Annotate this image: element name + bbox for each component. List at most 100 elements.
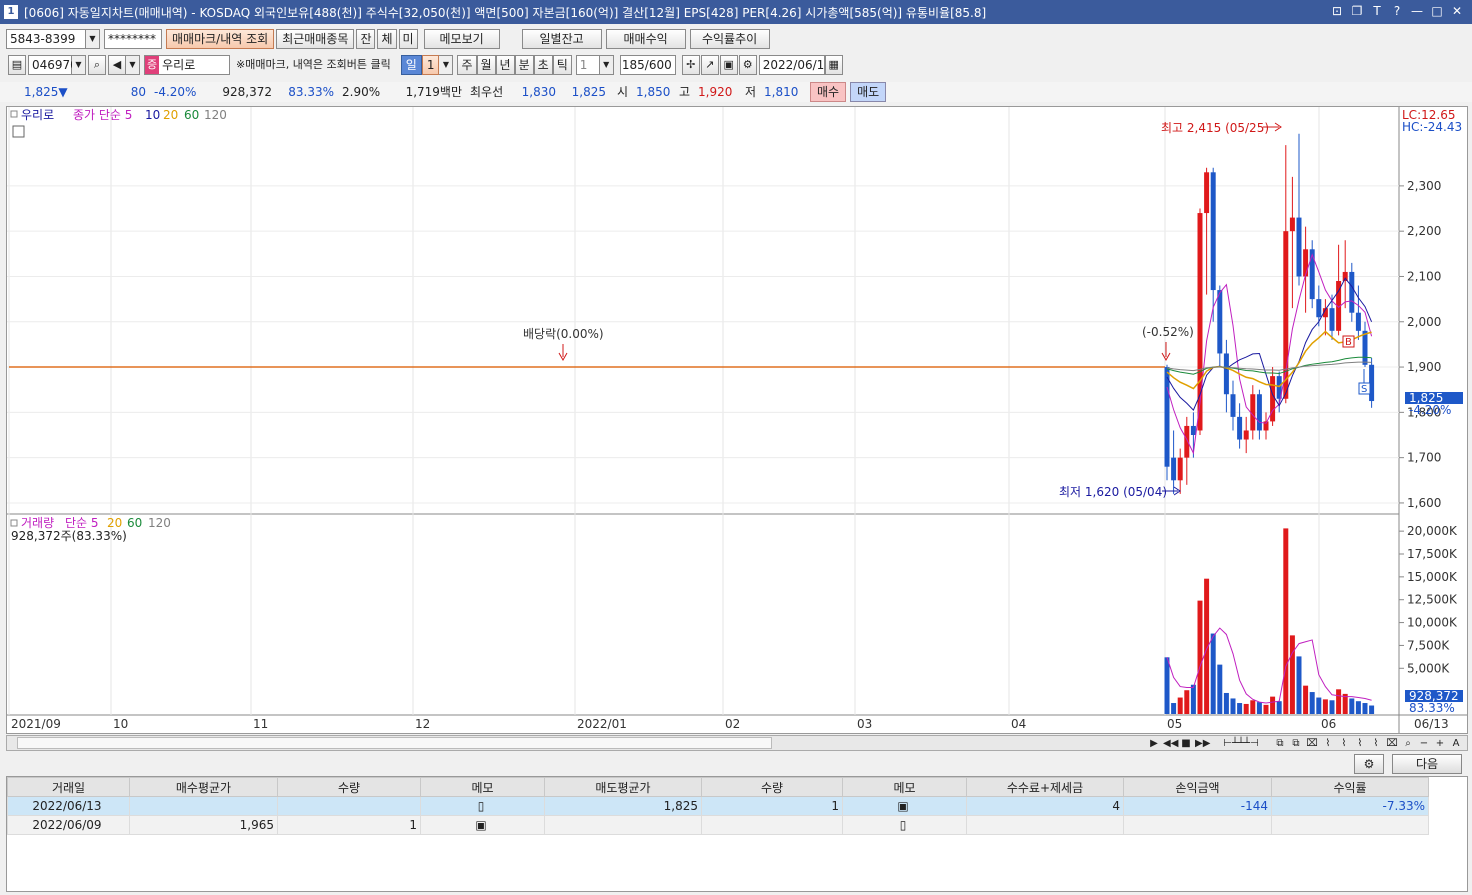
period-dropdown-icon[interactable]: ▼ <box>439 55 454 75</box>
stock-chart[interactable]: 2021/09 10 11 12 2022/01 02 03 04 05 06 06/13 2,300… <box>7 107 1467 733</box>
cell-return <box>1271 815 1429 835</box>
period-minute-button[interactable]: 분 <box>514 55 534 75</box>
save-icon[interactable]: ▣ <box>719 55 738 75</box>
candle-body <box>1309 249 1315 300</box>
volume-panel-box-icon <box>10 519 18 527</box>
period-month-button[interactable]: 월 <box>476 55 496 75</box>
layout6-icon[interactable]: ⌇ <box>1353 738 1367 749</box>
memo-view-button[interactable]: 메모보기 <box>423 29 500 49</box>
next-button[interactable]: 다음 <box>1392 754 1462 774</box>
period-week-button[interactable]: 주 <box>457 55 477 75</box>
volume-bar <box>1296 656 1302 714</box>
balance-button[interactable]: 잔 <box>356 29 376 49</box>
stock-code-input[interactable]: 046970 <box>28 55 78 75</box>
trade-table: 거래일 매수평균가 수량 메모 매도평균가 수량 메모 수수료+제세금 손익금액… <box>6 776 1468 892</box>
play-icon[interactable]: ▶ <box>1147 738 1161 749</box>
link-icon[interactable]: ⊡ <box>1330 3 1344 19</box>
memo-icon[interactable]: ▯ <box>842 815 967 835</box>
tick-dropdown-icon[interactable]: ▼ <box>599 55 614 75</box>
period-second-button[interactable]: 초 <box>533 55 553 75</box>
zoom-out-icon[interactable]: − <box>1417 738 1431 749</box>
chart-area[interactable]: 2021/09 10 11 12 2022/01 02 03 04 05 06 06/13 2,300… <box>6 106 1468 734</box>
stock-name-field[interactable]: 증 우리로 <box>144 55 230 75</box>
count-field[interactable]: 185 /600 <box>619 55 676 75</box>
volume-ratio: 83.33% <box>288 85 334 99</box>
cell-date: 2022/06/13 <box>7 796 130 816</box>
table-row[interactable]: 2022/06/13 ▯ 1,825 1 ▣ 4 -144 -7.33% <box>7 796 1429 816</box>
layout5-icon[interactable]: ⌇ <box>1337 738 1351 749</box>
scroll-thumb[interactable] <box>17 737 772 749</box>
code-dropdown-icon[interactable]: ▼ <box>72 55 86 75</box>
layout8-icon[interactable]: ⌧ <box>1385 738 1399 749</box>
period-tick-button[interactable]: 틱 <box>552 55 572 75</box>
zoom-in-icon[interactable]: + <box>1433 738 1447 749</box>
memo-edit-icon[interactable]: ▣ <box>420 815 545 835</box>
close-icon[interactable]: ✕ <box>1450 3 1464 19</box>
panel-icon[interactable]: ▤ <box>8 55 26 75</box>
range-ruler-icon[interactable]: ⊢┴┴┴⊣ <box>1211 738 1271 749</box>
copy-icon[interactable]: ❐ <box>1350 3 1364 19</box>
layout2-icon[interactable]: ⧉ <box>1289 738 1303 749</box>
memo-icon[interactable]: ▯ <box>420 796 545 816</box>
gear-icon[interactable]: ⚙ <box>738 55 757 75</box>
minimize-icon[interactable]: — <box>1410 3 1424 19</box>
buy-button[interactable]: 매수 <box>810 82 847 102</box>
period-day-button[interactable]: 일 <box>400 55 422 75</box>
layout1-icon[interactable]: ⧉ <box>1273 738 1287 749</box>
col-return: 수익률 <box>1271 777 1429 797</box>
password-input[interactable]: ******** <box>104 29 162 49</box>
sell-button[interactable]: 매도 <box>850 82 887 102</box>
unfilled-button[interactable]: 미 <box>398 29 418 49</box>
date-input[interactable]: 2022/06/13 <box>758 55 832 75</box>
candle-body <box>1342 271 1348 281</box>
fast-forward-icon[interactable]: ▶▶ <box>1195 738 1210 749</box>
font-icon[interactable]: ꓔ <box>1370 3 1384 19</box>
x-tick-label: 10 <box>113 717 128 731</box>
volume-bar <box>1322 699 1328 714</box>
table-gear-icon[interactable]: ⚙ <box>1354 754 1384 774</box>
sound-icon[interactable]: ◀ <box>108 55 126 75</box>
trade-marks-button[interactable]: 매매마크/내역 조회 <box>166 29 275 49</box>
volume-tick-label: 12,500K <box>1407 593 1458 607</box>
cell-pnl: -144 <box>1123 796 1272 816</box>
account-input[interactable]: 5843-8399 <box>6 29 86 49</box>
chart-scrollbar[interactable]: ▶ ◀◀ ■ ▶▶ ⊢┴┴┴⊣ ⧉ ⧉ ⌧ ⌇ ⌇ ⌇ ⌇ ⌧ ⌕ − + A <box>6 735 1468 751</box>
memo-edit-icon[interactable]: ▣ <box>842 796 967 816</box>
calendar-icon[interactable]: ▦ <box>824 55 843 75</box>
volume-tick-label: 10,000K <box>1407 616 1458 630</box>
recent-trades-button[interactable]: 최근매매종목 <box>276 29 355 49</box>
crosshair-icon[interactable]: ✢ <box>681 55 700 75</box>
volume-bar <box>1243 703 1249 714</box>
layout7-icon[interactable]: ⌇ <box>1369 738 1383 749</box>
help-icon[interactable]: ? <box>1390 3 1404 19</box>
col-buy-avg: 매수평균가 <box>129 777 278 797</box>
sound-dropdown-icon[interactable]: ▼ <box>126 55 140 75</box>
maximize-icon[interactable]: □ <box>1430 3 1444 19</box>
tick-num-input[interactable]: 1 <box>575 55 600 75</box>
filled-button[interactable]: 체 <box>377 29 397 49</box>
ma20-legend: 20 <box>163 108 178 122</box>
zoom-icon[interactable]: ⌕ <box>1401 738 1415 749</box>
price-tick-label: 2,200 <box>1407 224 1441 238</box>
pct-annotation: (-0.52%) <box>1142 325 1194 339</box>
col-sell-avg: 매도평균가 <box>544 777 702 797</box>
search-icon[interactable]: ⌕ <box>88 55 106 75</box>
rewind-icon[interactable]: ◀◀ <box>1163 738 1178 749</box>
trade-amount: 1,719백만 <box>405 85 462 99</box>
stop-icon[interactable]: ■ <box>1179 738 1193 749</box>
return-trend-button[interactable]: 수익률추이 <box>689 29 770 49</box>
auto-scale-icon[interactable]: A <box>1449 738 1463 749</box>
daily-balance-button[interactable]: 일별잔고 <box>521 29 602 49</box>
period-num-input[interactable]: 1 <box>421 55 440 75</box>
trade-profit-button[interactable]: 매매수익 <box>605 29 686 49</box>
account-dropdown-icon[interactable]: ▼ <box>86 29 100 49</box>
layout4-icon[interactable]: ⌇ <box>1321 738 1335 749</box>
vol-ma60-legend: 60 <box>127 516 142 530</box>
table-row[interactable]: 2022/06/09 1,965 1 ▣ ▯ <box>7 815 1429 835</box>
layout3-icon[interactable]: ⌧ <box>1305 738 1319 749</box>
trend-tool-icon[interactable]: ↗ <box>700 55 719 75</box>
price-change: 80 <box>130 85 146 99</box>
period-year-button[interactable]: 년 <box>495 55 515 75</box>
price-panel-title: 우리로 <box>21 108 54 122</box>
volume: 928,372 <box>222 85 272 99</box>
